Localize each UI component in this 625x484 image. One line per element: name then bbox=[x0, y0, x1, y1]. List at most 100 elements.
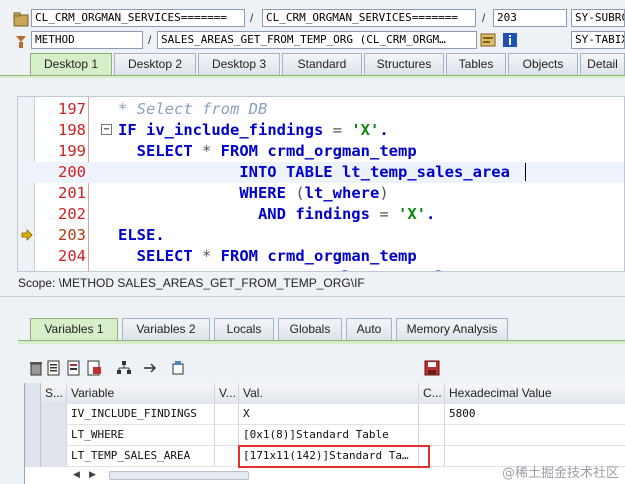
line-number-field[interactable]: 203 bbox=[493, 9, 567, 27]
code-token: FROM bbox=[220, 142, 268, 160]
tab-variables-2[interactable]: Variables 2 bbox=[122, 318, 210, 340]
cell-variable[interactable]: LT_WHERE bbox=[67, 425, 215, 446]
tab-variables-1[interactable]: Variables 1 bbox=[30, 318, 118, 340]
method-icon bbox=[13, 33, 29, 49]
cell-value[interactable]: X bbox=[239, 404, 419, 425]
code-line[interactable]: 203 ELSE. bbox=[18, 225, 624, 246]
watermark: @稀土掘金技术社区 bbox=[501, 466, 619, 481]
code-token: 'X' bbox=[397, 205, 426, 223]
line-number: 198 bbox=[58, 121, 86, 139]
display-object-icon[interactable] bbox=[480, 32, 496, 48]
collapse-block-icon[interactable]: − bbox=[101, 124, 112, 135]
scroll-left-icon[interactable]: ◀ bbox=[73, 469, 80, 480]
col-header-v[interactable]: V... bbox=[215, 383, 239, 404]
info-icon[interactable] bbox=[502, 32, 518, 48]
tab-detail[interactable]: Detail bbox=[580, 53, 625, 75]
source-code-editor[interactable]: 197 * Select from DB 198 IF iv_include_find… bbox=[17, 96, 625, 272]
cell-status[interactable] bbox=[41, 404, 67, 425]
tab-tables[interactable]: Tables bbox=[446, 53, 506, 75]
code-text: IF iv_include_findings = 'X'. bbox=[118, 120, 389, 141]
code-text: WHERE (lt_where) bbox=[118, 183, 388, 204]
scope-label: Scope: \METHOD SALES_AREAS_GET_FROM_TEMP… bbox=[18, 276, 365, 290]
row-selector-column bbox=[25, 383, 41, 467]
code-line[interactable]: 200 INTO TABLE lt_temp_sales_area bbox=[18, 162, 624, 183]
text-cursor bbox=[525, 163, 526, 181]
cell-c[interactable] bbox=[419, 425, 445, 446]
tab-locals[interactable]: Locals bbox=[214, 318, 274, 340]
col-header-status[interactable]: S... bbox=[41, 383, 67, 404]
cell-status[interactable] bbox=[41, 446, 67, 467]
scroll-thumb[interactable] bbox=[109, 471, 249, 480]
cell-variable[interactable]: IV_INCLUDE_FINDINGS bbox=[67, 404, 215, 425]
line-number: 202 bbox=[58, 205, 86, 223]
cell-v[interactable] bbox=[215, 446, 239, 467]
code-token: crmd_orgman_temp bbox=[267, 142, 417, 160]
tab-baseline bbox=[0, 75, 625, 78]
separator-slash: / bbox=[148, 33, 152, 47]
col-header-variable[interactable]: Variable bbox=[67, 383, 215, 404]
code-line[interactable]: 205 INTO TABLE lt_temp_sal bbox=[18, 267, 624, 271]
sy-tabix-field[interactable]: SY-TABIX bbox=[571, 31, 625, 49]
details-icon[interactable] bbox=[46, 360, 62, 376]
code-token: INTO TABLE bbox=[118, 268, 342, 271]
code-token: IF bbox=[118, 121, 146, 139]
tab-desktop-3[interactable]: Desktop 3 bbox=[198, 53, 280, 75]
folder-icon bbox=[13, 12, 29, 28]
cell-status[interactable] bbox=[41, 425, 67, 446]
tab-structures[interactable]: Structures bbox=[364, 53, 444, 75]
code-token: * bbox=[202, 142, 221, 160]
code-token: * bbox=[202, 247, 221, 265]
col-header-value[interactable]: Val. bbox=[239, 383, 419, 404]
code-token: WHERE bbox=[118, 184, 296, 202]
code-token: AND bbox=[118, 205, 296, 223]
tab-globals[interactable]: Globals bbox=[278, 318, 342, 340]
tab-standard[interactable]: Standard bbox=[282, 53, 362, 75]
event-field[interactable]: SALES_AREAS_GET_FROM_TEMP_ORG (CL_CRM_OR… bbox=[157, 31, 477, 49]
cell-v[interactable] bbox=[215, 404, 239, 425]
hierarchy-icon[interactable] bbox=[116, 360, 132, 376]
scroll-right-icon[interactable]: ▶ bbox=[89, 469, 96, 480]
variables-tab-baseline bbox=[18, 340, 625, 344]
code-text: ELSE. bbox=[118, 225, 165, 246]
code-line[interactable]: 201 WHERE (lt_where) bbox=[18, 183, 624, 204]
cell-v[interactable] bbox=[215, 425, 239, 446]
tab-memory-analysis[interactable]: Memory Analysis bbox=[396, 318, 508, 340]
sy-subrc-field[interactable]: SY-SUBRC bbox=[571, 9, 625, 27]
filter-icon[interactable] bbox=[170, 360, 186, 376]
code-line[interactable]: 204 SELECT * FROM crmd_orgman_temp bbox=[18, 246, 624, 267]
tab-auto[interactable]: Auto bbox=[346, 318, 392, 340]
code-line[interactable]: 197 * Select from DB bbox=[18, 99, 624, 120]
horizontal-scrollbar[interactable]: ◀ ▶ bbox=[69, 469, 269, 482]
panel-divider bbox=[0, 296, 625, 297]
code-line[interactable]: 199 SELECT * FROM crmd_orgman_temp bbox=[18, 141, 624, 162]
tab-desktop-1[interactable]: Desktop 1 bbox=[30, 53, 112, 75]
cell-variable[interactable]: LT_TEMP_SALES_AREA bbox=[67, 446, 215, 467]
code-token: SELECT bbox=[118, 142, 202, 160]
col-header-c[interactable]: C... bbox=[419, 383, 445, 404]
code-token: ( bbox=[295, 184, 305, 202]
include-field[interactable]: CL_CRM_ORGMAN_SERVICES======= bbox=[262, 9, 476, 27]
code-token: lt_temp_sal bbox=[342, 268, 445, 271]
tab-objects[interactable]: Objects bbox=[508, 53, 578, 75]
program-field[interactable]: CL_CRM_ORGMAN_SERVICES======= bbox=[31, 9, 245, 27]
cell-hex[interactable]: 5800 bbox=[445, 404, 625, 425]
navigate-icon[interactable] bbox=[142, 360, 158, 376]
line-number: 199 bbox=[58, 142, 86, 160]
code-token: ELSE bbox=[118, 226, 156, 244]
save-icon[interactable] bbox=[424, 360, 440, 376]
code-line[interactable]: 202 AND findings = 'X'. bbox=[18, 204, 624, 225]
list-icon[interactable] bbox=[66, 360, 82, 376]
code-token: SELECT bbox=[118, 247, 202, 265]
event-type-field[interactable]: METHOD bbox=[31, 31, 143, 49]
line-number: 201 bbox=[58, 184, 86, 202]
export-icon[interactable] bbox=[86, 360, 102, 376]
code-token: = bbox=[379, 205, 398, 223]
cell-hex[interactable] bbox=[445, 425, 625, 446]
tab-desktop-2[interactable]: Desktop 2 bbox=[114, 53, 196, 75]
grid-toolbar bbox=[24, 358, 625, 378]
col-header-hex[interactable]: Hexadecimal Value bbox=[445, 383, 625, 404]
cell-value[interactable]: [0x1(8)]Standard Table bbox=[239, 425, 419, 446]
line-number: 203 bbox=[58, 226, 86, 244]
delete-icon[interactable] bbox=[28, 360, 44, 376]
cell-c[interactable] bbox=[419, 404, 445, 425]
